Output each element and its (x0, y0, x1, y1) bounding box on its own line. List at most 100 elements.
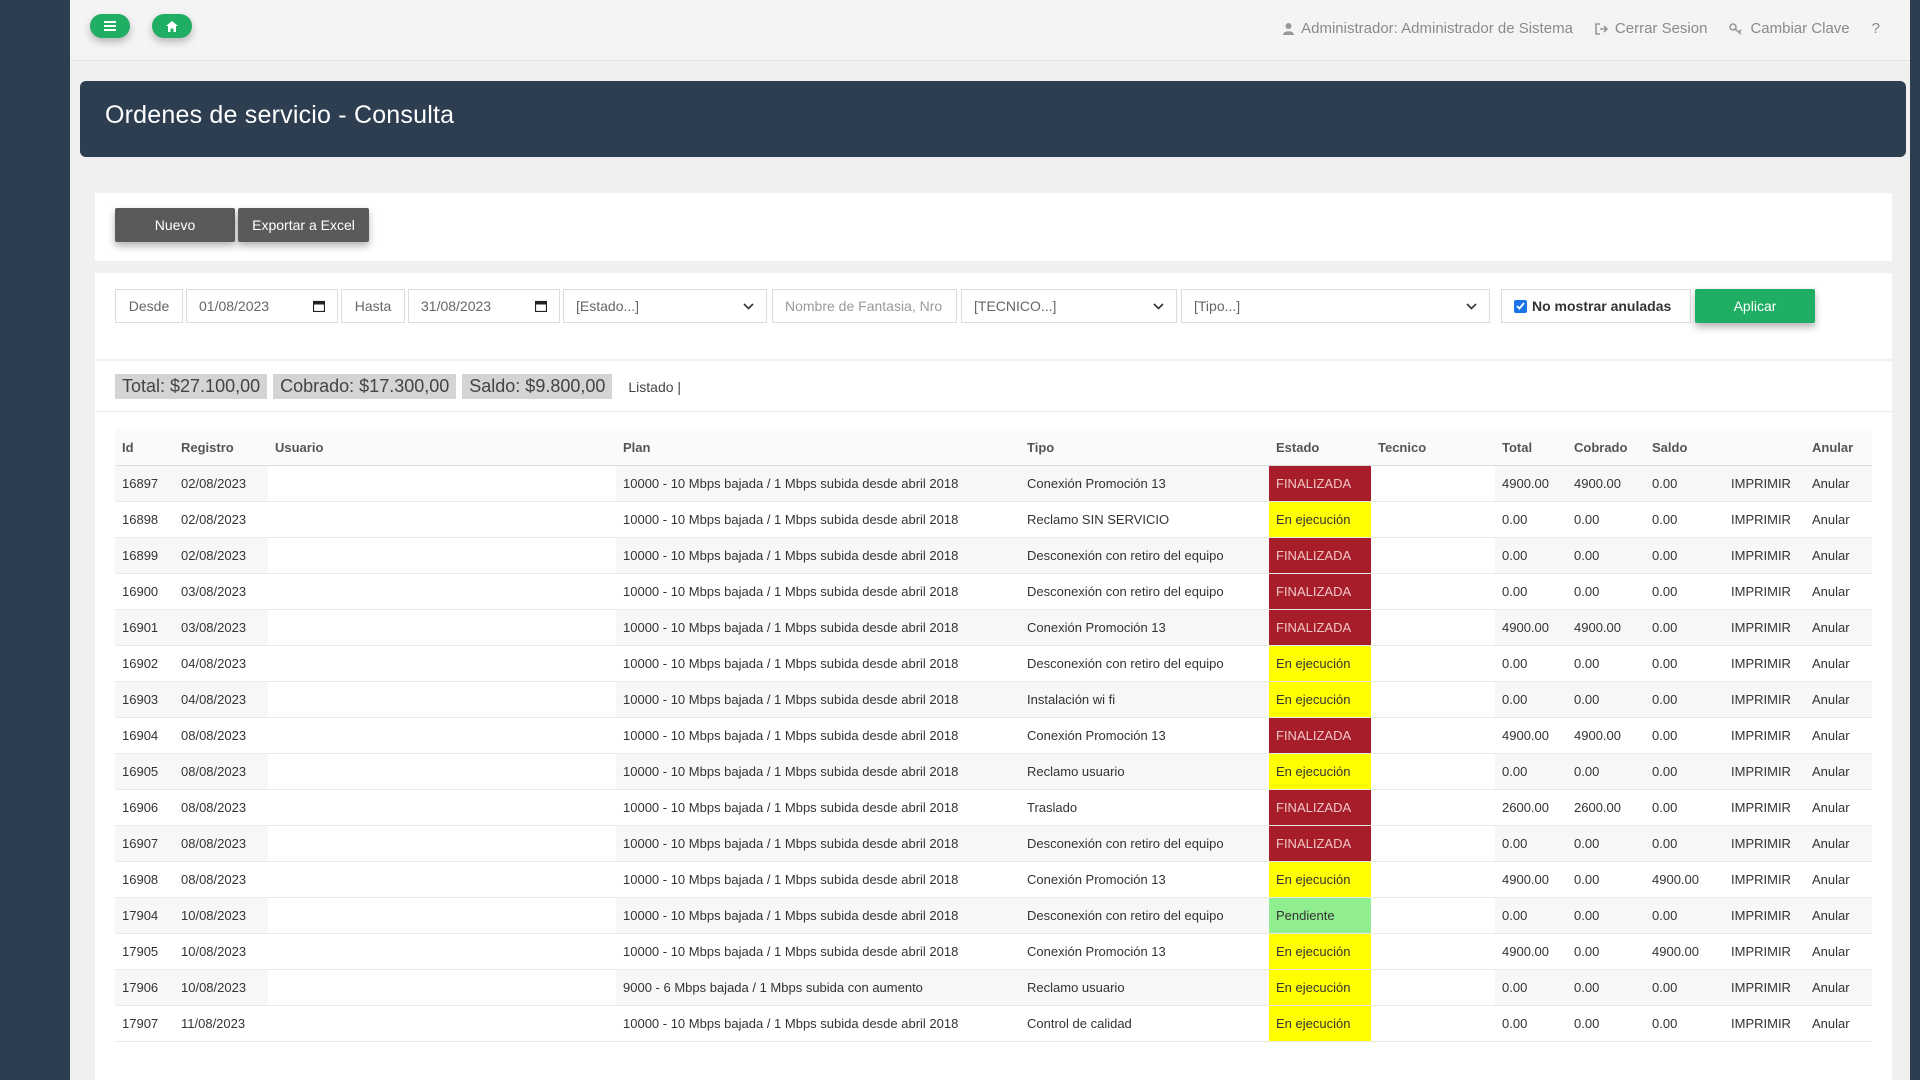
cell-imprimir[interactable]: IMPRIMIR (1724, 609, 1805, 646)
cell-anular[interactable]: Anular (1805, 1005, 1872, 1042)
cell-imprimir[interactable]: IMPRIMIR (1724, 645, 1805, 682)
cell-gap (382, 537, 616, 574)
col-usuario[interactable]: Usuario (268, 429, 382, 466)
cell-anular[interactable]: Anular (1805, 465, 1872, 502)
cell-id: 16907 (115, 825, 174, 862)
menu-toggle-button[interactable] (90, 14, 130, 38)
cell-gap (382, 573, 616, 610)
cell-anular[interactable]: Anular (1805, 933, 1872, 970)
cell-total: 0.00 (1495, 645, 1567, 682)
cell-registro: 03/08/2023 (174, 609, 268, 646)
cell-imprimir[interactable]: IMPRIMIR (1724, 465, 1805, 502)
actions-panel: Nuevo Exportar a Excel (95, 193, 1892, 261)
cell-id: 17907 (115, 1005, 174, 1042)
export-excel-button[interactable]: Exportar a Excel (238, 208, 369, 242)
cell-id: 17905 (115, 933, 174, 970)
col-tecnico[interactable]: Tecnico (1371, 429, 1495, 466)
col-cobrado[interactable]: Cobrado (1567, 429, 1645, 466)
cell-anular[interactable]: Anular (1805, 753, 1872, 790)
cell-imprimir[interactable]: IMPRIMIR (1724, 501, 1805, 538)
col-imprimir (1724, 429, 1805, 466)
cell-plan: 10000 - 10 Mbps bajada / 1 Mbps subida d… (616, 681, 1020, 718)
change-password-link[interactable]: Cambiar Clave (1729, 20, 1850, 37)
col-tipo[interactable]: Tipo (1020, 429, 1269, 466)
table-row: 17906 10/08/2023 9000 - 6 Mbps bajada / 1 … (115, 969, 1872, 1006)
cell-anular[interactable]: Anular (1805, 501, 1872, 538)
top-navigation: Administrador: Administrador de Sistema … (1283, 20, 1880, 37)
cell-registro: 10/08/2023 (174, 969, 268, 1006)
cell-anular[interactable]: Anular (1805, 969, 1872, 1006)
user-info[interactable]: Administrador: Administrador de Sistema (1283, 20, 1573, 37)
cell-imprimir[interactable]: IMPRIMIR (1724, 969, 1805, 1006)
tipo-select[interactable]: [Tipo...] (1181, 289, 1490, 323)
cell-tipo: Conexión Promoción 13 (1020, 465, 1269, 502)
cell-total: 4900.00 (1495, 933, 1567, 970)
cell-imprimir[interactable]: IMPRIMIR (1724, 933, 1805, 970)
top-bar: Administrador: Administrador de Sistema … (70, 0, 1910, 61)
cell-imprimir[interactable]: IMPRIMIR (1724, 537, 1805, 574)
cell-imprimir[interactable]: IMPRIMIR (1724, 681, 1805, 718)
cell-imprimir[interactable]: IMPRIMIR (1724, 573, 1805, 610)
cell-imprimir[interactable]: IMPRIMIR (1724, 717, 1805, 754)
cell-anular[interactable]: Anular (1805, 537, 1872, 574)
cell-total: 4900.00 (1495, 465, 1567, 502)
cell-anular[interactable]: Anular (1805, 897, 1872, 934)
cell-estado: FINALIZADA (1269, 465, 1371, 502)
cell-imprimir[interactable]: IMPRIMIR (1724, 897, 1805, 934)
cell-usuario (268, 573, 382, 610)
col-registro[interactable]: Registro (174, 429, 268, 466)
cell-imprimir[interactable]: IMPRIMIR (1724, 789, 1805, 826)
hasta-date-value: 31/08/2023 (421, 298, 492, 314)
cell-anular[interactable]: Anular (1805, 681, 1872, 718)
no-anuladas-checkbox[interactable]: No mostrar anuladas (1501, 289, 1691, 323)
chevron-down-icon (743, 302, 754, 310)
apply-button[interactable]: Aplicar (1695, 289, 1815, 323)
col-saldo[interactable]: Saldo (1645, 429, 1724, 466)
new-button[interactable]: Nuevo (115, 208, 235, 242)
cell-estado: Pendiente (1269, 897, 1371, 934)
cell-imprimir[interactable]: IMPRIMIR (1724, 1005, 1805, 1042)
help-link[interactable]: ? (1872, 20, 1880, 37)
tecnico-select[interactable]: [TECNICO...] (961, 289, 1177, 323)
cell-saldo: 0.00 (1645, 753, 1724, 790)
cell-anular[interactable]: Anular (1805, 609, 1872, 646)
cell-imprimir[interactable]: IMPRIMIR (1724, 861, 1805, 898)
cell-registro: 10/08/2023 (174, 897, 268, 934)
table-row: 16900 03/08/2023 10000 - 10 Mbps bajada / … (115, 573, 1872, 610)
table-row: 16901 03/08/2023 10000 - 10 Mbps bajada / … (115, 609, 1872, 646)
logout-link[interactable]: Cerrar Sesion (1595, 20, 1707, 37)
cell-saldo: 0.00 (1645, 1005, 1724, 1042)
cell-anular[interactable]: Anular (1805, 645, 1872, 682)
cell-anular[interactable]: Anular (1805, 825, 1872, 862)
cell-imprimir[interactable]: IMPRIMIR (1724, 753, 1805, 790)
cell-anular[interactable]: Anular (1805, 861, 1872, 898)
cell-registro: 10/08/2023 (174, 933, 268, 970)
col-total[interactable]: Total (1495, 429, 1567, 466)
calendar-icon[interactable] (535, 300, 547, 312)
cell-usuario (268, 825, 382, 862)
cell-estado: FINALIZADA (1269, 609, 1371, 646)
search-input[interactable]: Nombre de Fantasia, Nro (772, 289, 957, 323)
hasta-date-input[interactable]: 31/08/2023 (408, 289, 560, 323)
cell-usuario (268, 1005, 382, 1042)
cell-plan: 10000 - 10 Mbps bajada / 1 Mbps subida d… (616, 861, 1020, 898)
table-row: 16908 08/08/2023 10000 - 10 Mbps bajada / … (115, 861, 1872, 898)
cell-anular[interactable]: Anular (1805, 789, 1872, 826)
cell-tipo: Desconexión con retiro del equipo (1020, 573, 1269, 610)
cell-tecnico (1371, 1005, 1495, 1042)
col-estado[interactable]: Estado (1269, 429, 1371, 466)
cell-anular[interactable]: Anular (1805, 573, 1872, 610)
col-anular[interactable]: Anular (1805, 429, 1872, 466)
desde-date-input[interactable]: 01/08/2023 (186, 289, 338, 323)
checkbox-checked-icon[interactable] (1514, 299, 1527, 313)
estado-select[interactable]: [Estado...] (563, 289, 767, 323)
home-button[interactable] (152, 14, 192, 38)
total-badge: Total: $27.100,00 (115, 374, 268, 399)
cell-anular[interactable]: Anular (1805, 717, 1872, 754)
calendar-icon[interactable] (313, 300, 325, 312)
col-id[interactable]: Id (115, 429, 174, 466)
col-plan[interactable]: Plan (616, 429, 1020, 466)
cell-imprimir[interactable]: IMPRIMIR (1724, 825, 1805, 862)
saldo-badge: Saldo: $9.800,00 (462, 374, 613, 399)
cell-plan: 10000 - 10 Mbps bajada / 1 Mbps subida d… (616, 717, 1020, 754)
